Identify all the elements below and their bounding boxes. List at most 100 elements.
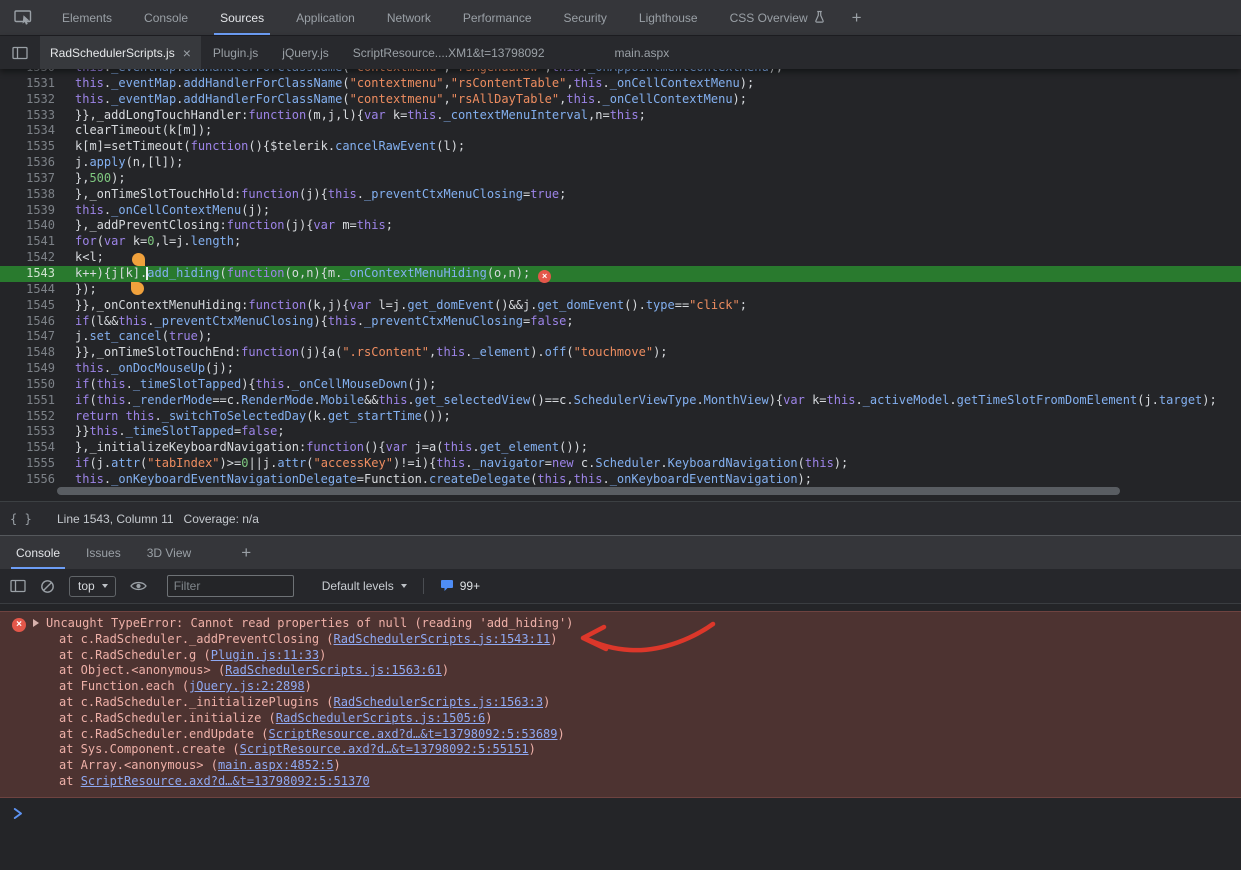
- code-line[interactable]: 1537},500);: [0, 171, 1241, 187]
- line-number[interactable]: 1544: [0, 282, 55, 298]
- code-line[interactable]: 1555if(j.attr("tabIndex")>=0||j.attr("ac…: [0, 456, 1241, 472]
- code-line[interactable]: 1551if(this._renderMode==c.RenderMode.Mo…: [0, 393, 1241, 409]
- code-line[interactable]: 1540},_addPreventClosing:function(j){var…: [0, 218, 1241, 234]
- code-line[interactable]: 1552return this._switchToSelectedDay(k.g…: [0, 409, 1241, 425]
- stack-link[interactable]: RadSchedulerScripts.js:1543:11: [334, 632, 551, 646]
- file-tab-mainaspx[interactable]: main.aspx: [603, 36, 682, 69]
- code-line[interactable]: 1532this._eventMap.addHandlerForClassNam…: [0, 92, 1241, 108]
- tab-elements[interactable]: Elements: [46, 0, 128, 35]
- selection-handle-bottom[interactable]: [131, 282, 144, 295]
- line-number[interactable]: 1533: [0, 108, 55, 124]
- line-number[interactable]: 1543: [0, 266, 55, 282]
- issues-counter[interactable]: 99+: [440, 578, 480, 595]
- code-line[interactable]: 1530this._eventMap.addHandlerForClassNam…: [0, 69, 1241, 76]
- line-number[interactable]: 1546: [0, 314, 55, 330]
- code-line[interactable]: 1536j.apply(n,[l]);: [0, 155, 1241, 171]
- code-line[interactable]: 1547j.set_cancel(true);: [0, 329, 1241, 345]
- code-line[interactable]: 1531this._eventMap.addHandlerForClassNam…: [0, 76, 1241, 92]
- stack-link[interactable]: main.aspx:4852:5: [218, 758, 334, 772]
- stack-link[interactable]: RadSchedulerScripts.js:1563:61: [225, 663, 442, 677]
- code-line[interactable]: 1535k[m]=setTimeout(function(){$telerik.…: [0, 139, 1241, 155]
- file-tab-radschedulerscripts[interactable]: RadSchedulerScripts.js ×: [40, 36, 201, 69]
- line-number[interactable]: 1540: [0, 218, 55, 234]
- line-number[interactable]: 1553: [0, 424, 55, 440]
- code-line[interactable]: 1542k<l;: [0, 250, 1241, 266]
- selection-handle-top[interactable]: [132, 253, 145, 266]
- horizontal-scrollbar[interactable]: [57, 487, 1120, 495]
- line-number[interactable]: 1530: [0, 69, 55, 76]
- code-line[interactable]: 1543k++){j[k].add_hiding(function(o,n){m…: [0, 266, 1241, 282]
- stack-link[interactable]: RadSchedulerScripts.js:1505:6: [276, 711, 486, 725]
- stack-link[interactable]: ScriptResource.axd?d…&t=13798092:5:53689: [269, 727, 558, 741]
- line-number[interactable]: 1535: [0, 139, 55, 155]
- line-number[interactable]: 1552: [0, 409, 55, 425]
- navigator-panel-toggle-icon[interactable]: [0, 36, 40, 69]
- console-output[interactable]: × Uncaught TypeError: Cannot read proper…: [0, 604, 1241, 870]
- line-number[interactable]: 1555: [0, 456, 55, 472]
- line-number[interactable]: 1537: [0, 171, 55, 187]
- line-number[interactable]: 1536: [0, 155, 55, 171]
- javascript-context-selector[interactable]: top: [69, 576, 116, 597]
- close-icon[interactable]: ×: [183, 46, 191, 60]
- line-number[interactable]: 1550: [0, 377, 55, 393]
- line-number[interactable]: 1532: [0, 92, 55, 108]
- code-line[interactable]: 1556this._onKeyboardEventNavigationDeleg…: [0, 472, 1241, 488]
- code-line[interactable]: 1549this._onDocMouseUp(j);: [0, 361, 1241, 377]
- tab-network[interactable]: Network: [371, 0, 447, 35]
- tab-sources[interactable]: Sources: [204, 0, 280, 35]
- line-number[interactable]: 1531: [0, 76, 55, 92]
- code-line[interactable]: 1541for(var k=0,l=j.length;: [0, 234, 1241, 250]
- inspect-icon[interactable]: [0, 0, 46, 35]
- line-number[interactable]: 1554: [0, 440, 55, 456]
- line-number[interactable]: 1538: [0, 187, 55, 203]
- clear-console-icon[interactable]: [40, 579, 55, 594]
- stack-link[interactable]: RadSchedulerScripts.js:1563:3: [334, 695, 544, 709]
- more-tools-add-icon[interactable]: +: [841, 0, 873, 35]
- tab-css-overview[interactable]: CSS Overview: [714, 0, 841, 35]
- file-tab-plugin[interactable]: Plugin.js: [201, 36, 270, 69]
- stack-link[interactable]: ScriptResource.axd?d…&t=13798092:5:55151: [240, 742, 529, 756]
- live-expression-eye-icon[interactable]: [130, 580, 147, 592]
- file-tab-jquery[interactable]: jQuery.js: [270, 36, 340, 69]
- line-number[interactable]: 1545: [0, 298, 55, 314]
- log-levels-selector[interactable]: Default levels: [322, 579, 407, 593]
- line-number[interactable]: 1542: [0, 250, 55, 266]
- code-line[interactable]: 1553}}this._timeSlotTapped=false;: [0, 424, 1241, 440]
- line-number[interactable]: 1541: [0, 234, 55, 250]
- console-prompt[interactable]: [0, 807, 1241, 823]
- drawer-tab-issues[interactable]: Issues: [73, 536, 134, 569]
- code-line[interactable]: 1548}},_onTimeSlotTouchEnd:function(j){a…: [0, 345, 1241, 361]
- code-line[interactable]: 1534clearTimeout(k[m]);: [0, 123, 1241, 139]
- line-number[interactable]: 1556: [0, 472, 55, 488]
- line-number[interactable]: 1534: [0, 123, 55, 139]
- code-line[interactable]: 1545}},_onContextMenuHiding:function(k,j…: [0, 298, 1241, 314]
- source-editor[interactable]: 1530this._eventMap.addHandlerForClassNam…: [0, 69, 1241, 501]
- tab-lighthouse[interactable]: Lighthouse: [623, 0, 714, 35]
- tab-console[interactable]: Console: [128, 0, 204, 35]
- code-line[interactable]: 1538},_onTimeSlotTouchHold:function(j){t…: [0, 187, 1241, 203]
- line-number[interactable]: 1548: [0, 345, 55, 361]
- code-line[interactable]: 1550if(this._timeSlotTapped){this._onCel…: [0, 377, 1241, 393]
- code-line[interactable]: 1539this._onCellContextMenu(j);: [0, 203, 1241, 219]
- line-number[interactable]: 1547: [0, 329, 55, 345]
- add-drawer-tab-icon[interactable]: +: [230, 536, 262, 569]
- line-number[interactable]: 1549: [0, 361, 55, 377]
- tab-application[interactable]: Application: [280, 0, 371, 35]
- code-line[interactable]: 1544});: [0, 282, 1241, 298]
- tab-performance[interactable]: Performance: [447, 0, 548, 35]
- stack-link[interactable]: ScriptResource.axd?d…&t=13798092:5:51370: [81, 774, 370, 788]
- pretty-print-icon[interactable]: { }: [10, 512, 32, 526]
- code-line[interactable]: 1546if(l&&this._preventCtxMenuClosing){t…: [0, 314, 1241, 330]
- line-number[interactable]: 1539: [0, 203, 55, 219]
- stack-link[interactable]: jQuery.js:2:2898: [189, 679, 305, 693]
- inline-error-icon[interactable]: ×: [538, 270, 551, 283]
- stack-link[interactable]: Plugin.js:11:33: [211, 648, 319, 662]
- file-tab-scriptresource[interactable]: ScriptResource....XM1&t=13798092: [341, 36, 557, 69]
- drawer-tab-3d-view[interactable]: 3D View: [134, 536, 204, 569]
- code-line[interactable]: 1554},_initializeKeyboardNavigation:func…: [0, 440, 1241, 456]
- drawer-tab-console[interactable]: Console: [3, 536, 73, 569]
- line-number[interactable]: 1551: [0, 393, 55, 409]
- console-filter-input[interactable]: [167, 575, 294, 597]
- code-line[interactable]: 1533}},_addLongTouchHandler:function(m,j…: [0, 108, 1241, 124]
- tab-security[interactable]: Security: [548, 0, 623, 35]
